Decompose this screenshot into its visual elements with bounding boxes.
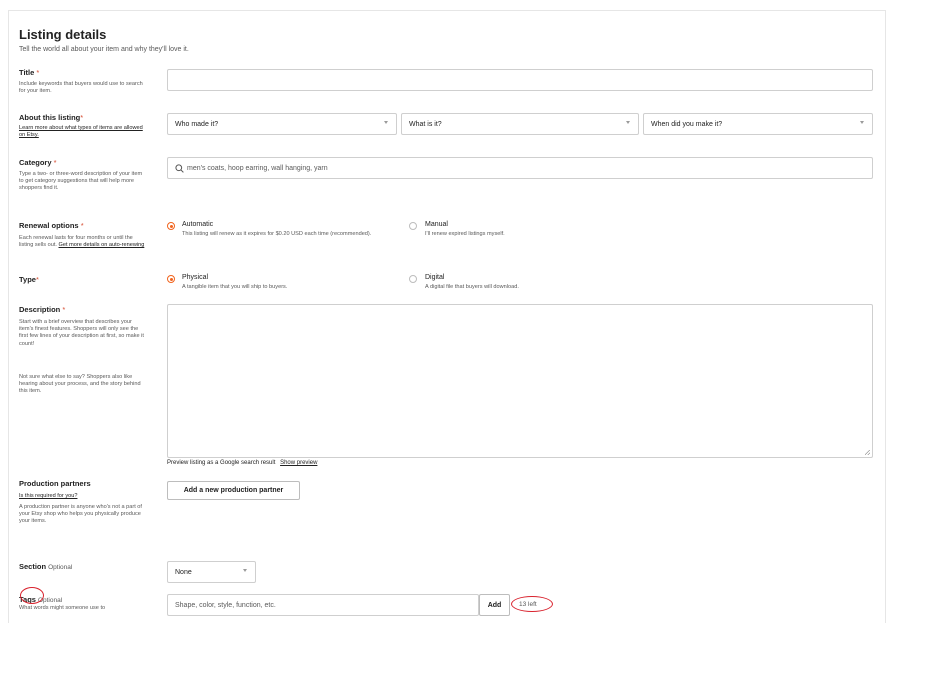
renewal-manual-title: Manual: [425, 221, 448, 228]
when-made-select[interactable]: When did you make it?: [643, 113, 873, 135]
description-label: Description *: [19, 305, 66, 314]
type-physical-title: Physical: [182, 274, 209, 281]
type-digital-title: Digital: [425, 274, 445, 281]
tags-placeholder: Shape, color, style, function, etc.: [175, 601, 276, 609]
preview-text: Preview listing as a Google search resul…: [167, 460, 276, 466]
title-input[interactable]: [167, 69, 873, 91]
what-is-value: What is it?: [409, 120, 442, 128]
category-help: Type a two- or three-word description of…: [19, 171, 143, 192]
who-made-value: Who made it?: [175, 120, 219, 128]
production-help: A production partner is anyone who's not…: [19, 504, 142, 525]
chevron-down-icon: [626, 121, 630, 124]
production-label: Production partners: [19, 479, 91, 488]
title-help: Include keywords that buyers would use t…: [19, 81, 143, 95]
search-icon: [175, 163, 184, 173]
category-label: Category *: [19, 158, 57, 167]
tags-input[interactable]: Shape, color, style, function, etc.: [167, 594, 479, 616]
section-select[interactable]: None: [167, 561, 256, 583]
type-digital-radio[interactable]: [409, 275, 417, 283]
description-textarea[interactable]: [167, 304, 873, 458]
renewal-automatic-radio[interactable]: [167, 222, 175, 230]
title-label: Title *: [19, 68, 40, 77]
tags-label: Tags Optional: [19, 595, 63, 604]
page-title: Listing details: [19, 27, 107, 42]
type-physical-desc: A tangible item that you will ship to bu…: [182, 284, 288, 290]
section-value: None: [175, 568, 192, 576]
resize-handle-icon[interactable]: [865, 450, 870, 455]
chevron-down-icon: [384, 121, 388, 124]
production-help-link-wrap: Is this required for you?: [19, 493, 147, 500]
show-preview-link[interactable]: Show preview: [280, 460, 317, 466]
description-help-1: Start with a brief overview that describ…: [19, 319, 144, 347]
production-help-link[interactable]: Is this required for you?: [19, 493, 77, 499]
type-physical-radio[interactable]: [167, 275, 175, 283]
renewal-automatic-desc: This listing will renew as it expires fo…: [182, 231, 372, 237]
chevron-down-icon: [243, 569, 247, 572]
listing-details-card: Listing details Tell the world all about…: [8, 10, 886, 623]
chevron-down-icon: [860, 121, 864, 124]
add-production-partner-button[interactable]: Add a new production partner: [167, 481, 300, 500]
page-subtitle: Tell the world all about your item and w…: [19, 46, 189, 53]
about-help-link[interactable]: Learn more about what types of items are…: [19, 125, 143, 138]
type-label: Type*: [19, 275, 39, 284]
who-made-select[interactable]: Who made it?: [167, 113, 397, 135]
what-is-select[interactable]: What is it?: [401, 113, 639, 135]
add-tag-button[interactable]: Add: [479, 594, 510, 616]
renewal-label: Renewal options *: [19, 221, 84, 230]
renewal-manual-desc: I'll renew expired listings myself.: [425, 231, 505, 237]
preview-row: Preview listing as a Google search resul…: [167, 460, 317, 466]
category-placeholder: men's coats, hoop earring, wall hanging,…: [187, 164, 328, 172]
tags-remaining-count: 13 left: [519, 601, 537, 608]
category-search-input[interactable]: men's coats, hoop earring, wall hanging,…: [167, 157, 873, 179]
renewal-help: Each renewal lasts for four months or un…: [19, 235, 145, 249]
when-made-value: When did you make it?: [651, 120, 723, 128]
renewal-help-link[interactable]: Get more details on auto-renewing: [59, 242, 145, 248]
about-label: About this listing*: [19, 113, 84, 122]
section-label: Section Optional: [19, 562, 73, 571]
description-help-2: Not sure what else to say? Shoppers also…: [19, 374, 141, 395]
renewal-automatic-title: Automatic: [182, 221, 214, 228]
type-digital-desc: A digital file that buyers will download…: [425, 284, 519, 290]
tags-help: What words might someone use to: [19, 605, 106, 611]
renewal-manual-radio[interactable]: [409, 222, 417, 230]
about-help: Learn more about what types of items are…: [19, 125, 147, 139]
